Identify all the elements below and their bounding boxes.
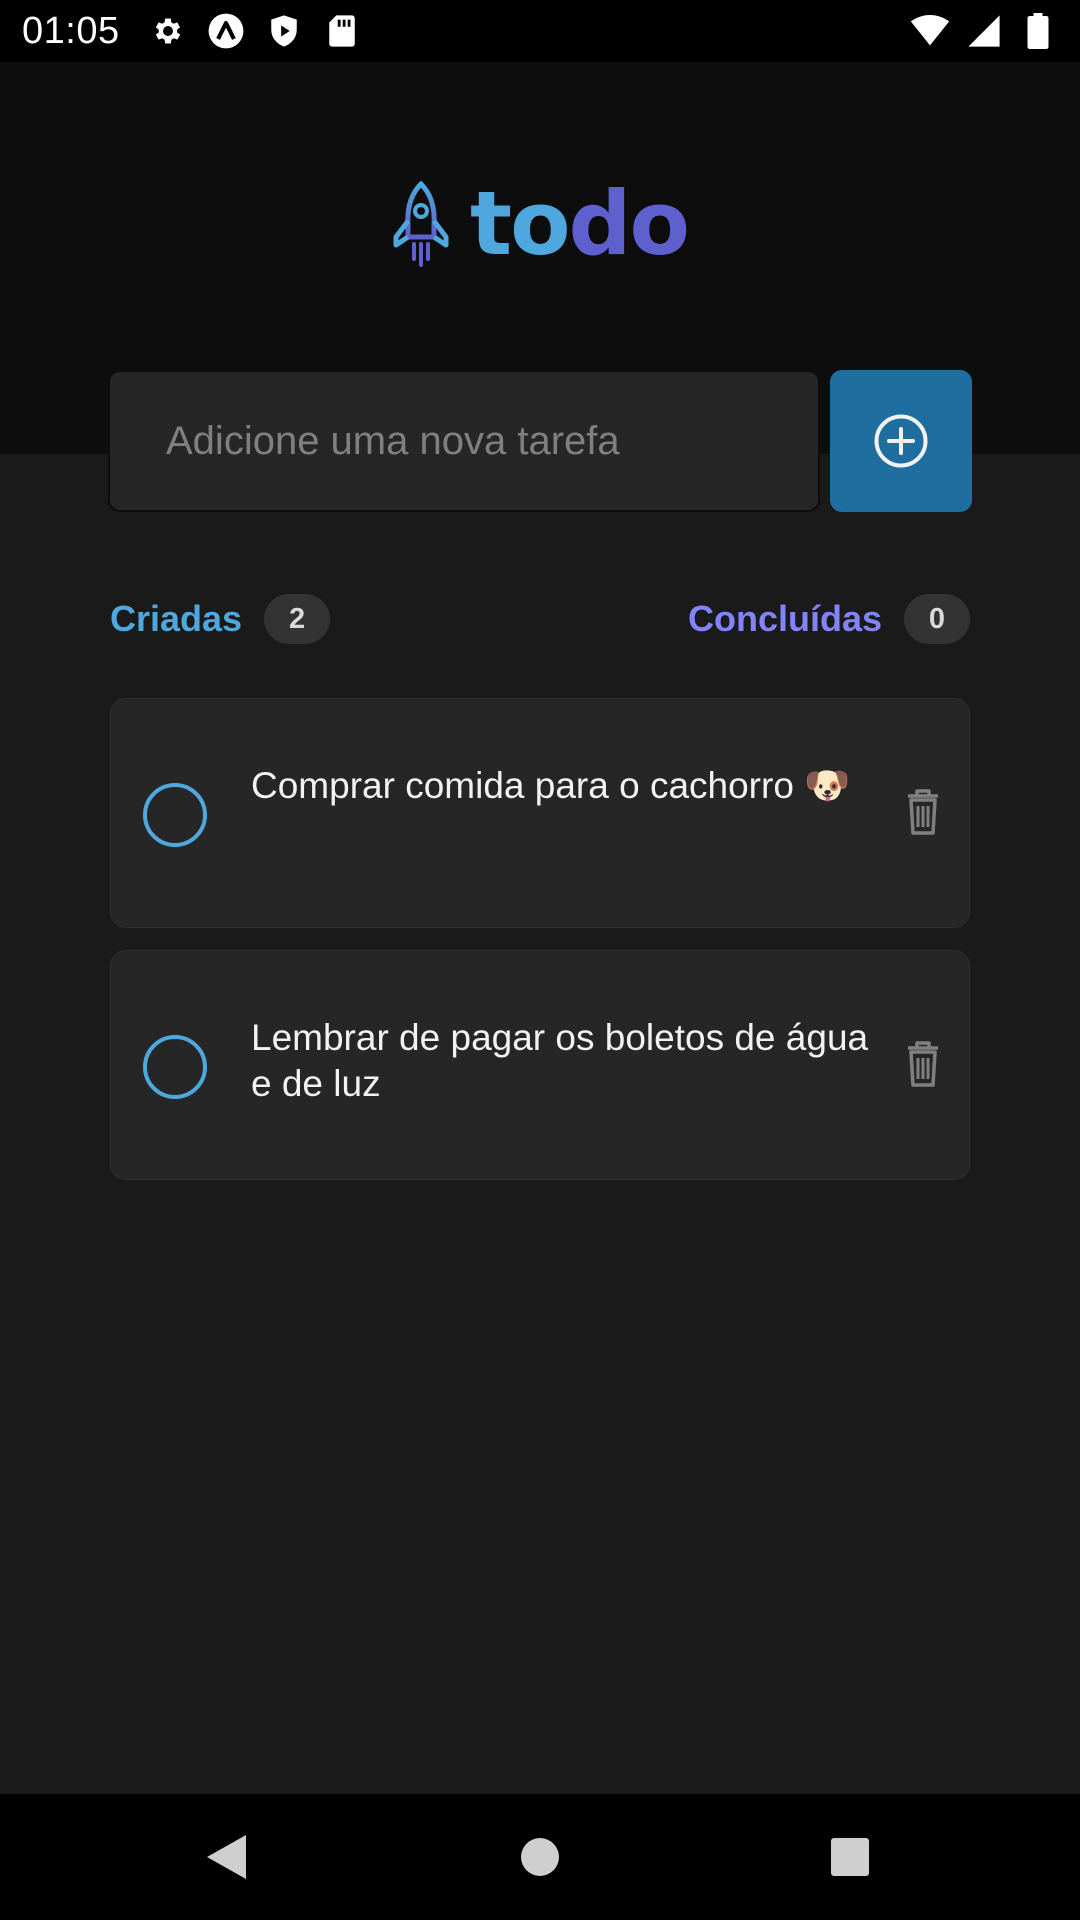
trash-icon[interactable]	[897, 783, 949, 839]
logo-text-do: do	[568, 172, 690, 275]
navigation-bar	[0, 1794, 1080, 1920]
plus-circle-icon	[874, 414, 928, 468]
app-logo: todo	[392, 180, 690, 268]
app-a-icon	[206, 11, 246, 51]
task-text: Lembrar de pagar os boletos de água e de…	[251, 1017, 869, 1104]
logo-text: todo	[470, 180, 690, 268]
battery-icon	[1018, 11, 1058, 51]
screen: 01:05 todo Adicione uma nova tarefa Cria…	[0, 0, 1080, 1920]
task-item: Comprar comida para o cachorro 🐶	[110, 698, 970, 928]
created-count-badge: 2	[264, 594, 331, 644]
status-right-icons	[910, 11, 1058, 51]
created-label: Criadas	[110, 598, 243, 639]
sd-card-icon	[322, 11, 362, 51]
task-item: Lembrar de pagar os boletos de água e de…	[110, 950, 970, 1180]
status-bar: 01:05	[0, 0, 1080, 62]
done-count-badge: 0	[904, 594, 970, 644]
home-circle-icon[interactable]	[510, 1827, 570, 1887]
back-triangle-icon[interactable]	[196, 1827, 256, 1887]
logo-text-to: to	[470, 172, 571, 275]
cell-signal-icon	[964, 11, 1004, 51]
add-task-button[interactable]	[830, 370, 972, 512]
trash-icon[interactable]	[897, 1035, 949, 1091]
recents-square-icon[interactable]	[820, 1827, 880, 1887]
task-checkbox[interactable]	[143, 783, 207, 847]
done-label: Concluídas	[687, 598, 882, 639]
status-left-icons	[148, 11, 362, 51]
rocket-icon	[393, 181, 449, 267]
status-time: 01:05	[22, 9, 120, 52]
gear-icon	[148, 11, 188, 51]
done-counter: Concluídas 0	[688, 594, 970, 644]
wifi-icon	[910, 11, 950, 51]
new-task-input[interactable]	[108, 370, 820, 512]
task-text: Comprar comida para o cachorro 🐶	[251, 765, 851, 806]
shield-play-icon	[264, 11, 304, 51]
task-checkbox[interactable]	[143, 1035, 207, 1099]
created-counter: Criadas 2	[110, 594, 331, 644]
